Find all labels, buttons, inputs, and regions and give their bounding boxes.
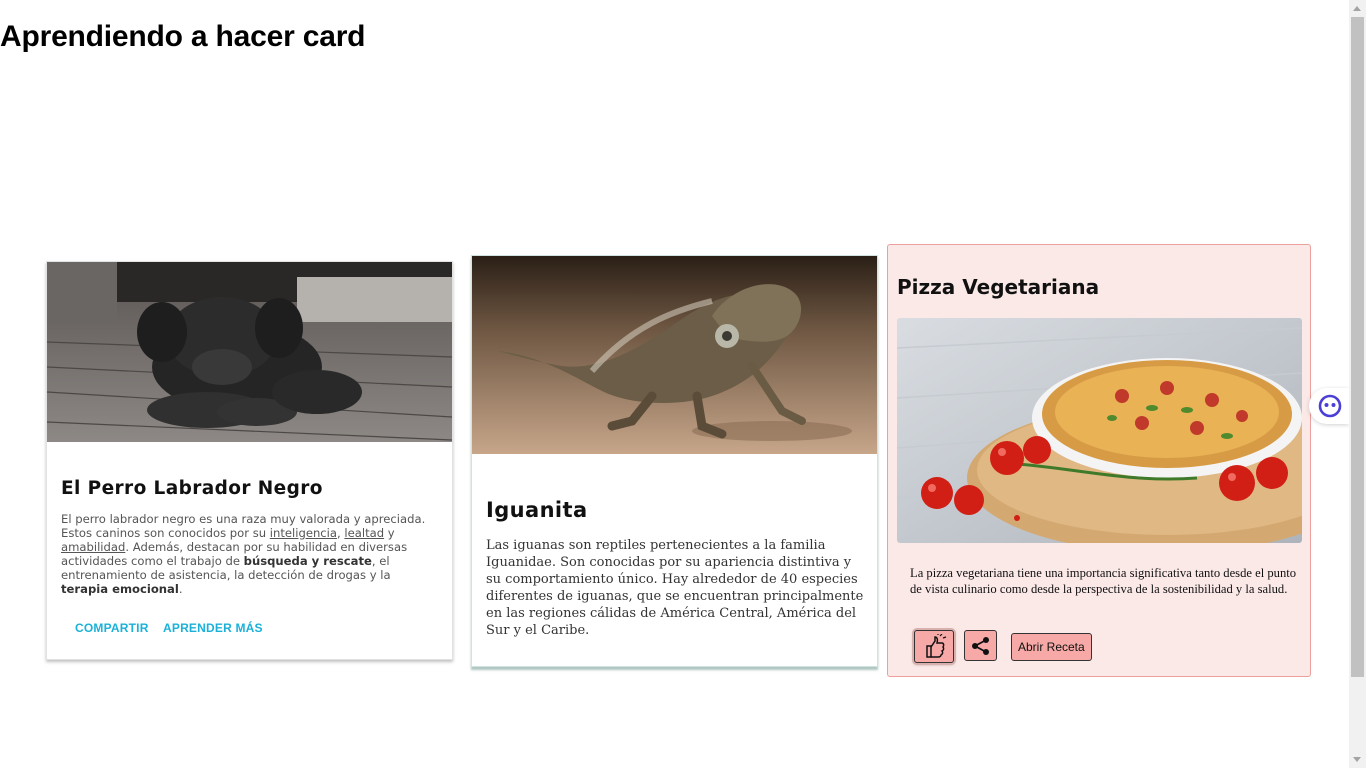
scrollbar-thumb[interactable] [1351,17,1364,677]
iguana-card-description: Las iguanas son reptiles pertenecientes … [486,538,864,638]
iguana-card: Iguanita Las iguanas son reptiles perten… [471,255,878,667]
learn-more-button[interactable]: APRENDER MÁS [163,621,263,635]
vertical-scrollbar[interactable] [1349,0,1366,768]
scroll-up-arrow-icon[interactable] [1349,0,1366,17]
link-amabilidad[interactable]: amabilidad [61,540,125,554]
dog-card: El Perro Labrador Negro El perro labrado… [46,261,453,660]
share-icon-button[interactable] [964,630,997,661]
pizza-photo [897,318,1302,543]
dog-card-title: El Perro Labrador Negro [61,478,323,499]
like-button[interactable] [914,630,954,663]
pizza-card: Pizza Vegetariana La pizza vegetariana t… [887,244,1311,677]
iguana-card-title: Iguanita [486,498,588,522]
link-inteligencia[interactable]: inteligencia [270,526,337,540]
thumbs-up-icon [926,633,947,658]
scroll-down-arrow-icon[interactable] [1349,751,1366,768]
page-title: Aprendiendo a hacer card [0,20,366,53]
share-button[interactable]: COMPARTIR [75,621,149,635]
assistant-widget[interactable] [1309,388,1349,424]
pizza-card-title: Pizza Vegetariana [897,275,1100,299]
open-recipe-button[interactable]: Abrir Receta [1011,633,1092,661]
share-icon [971,636,989,655]
pizza-card-description: La pizza vegetariana tiene una importanc… [910,566,1297,596]
iguana-photo [472,256,877,454]
assistant-icon [1318,394,1342,418]
link-lealtad[interactable]: lealtad [344,526,384,540]
dog-photo [47,262,452,442]
dog-card-description: El perro labrador negro es una raza muy … [61,512,426,596]
